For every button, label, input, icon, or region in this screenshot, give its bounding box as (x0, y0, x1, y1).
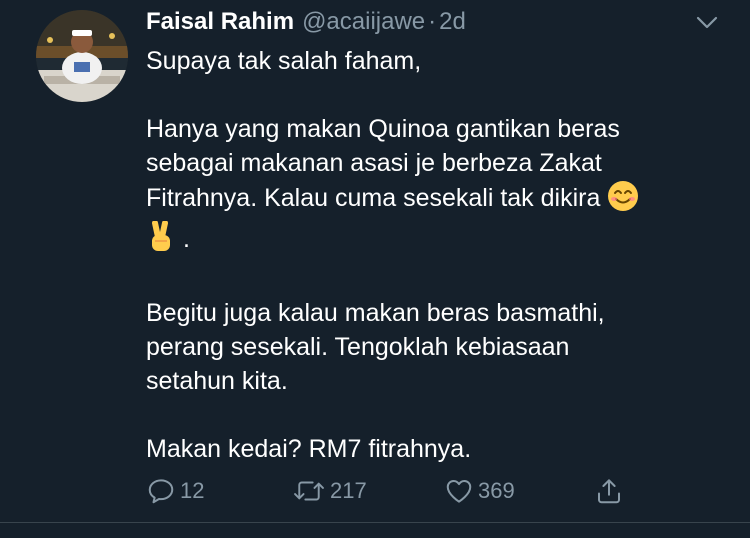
tweet-line-text: Fitrahnya. Kalau cuma sesekali tak dikir… (146, 184, 601, 212)
tweet-line: Hanya yang makan Quinoa gantikan beras (146, 115, 620, 143)
tweet-line: Makan kedai? RM7 fitrahnya. (146, 435, 472, 463)
tweet-line: Fitrahnya. Kalau cuma sesekali tak dikir… (146, 180, 726, 221)
share-button[interactable] (594, 474, 624, 508)
retweet-icon (294, 481, 324, 501)
tweet-text: Supaya tak salah faham, Hanya yang makan… (146, 44, 726, 466)
author-handle[interactable]: @acaiijawe (302, 8, 425, 36)
divider (0, 522, 750, 523)
victory-hand-emoji (146, 220, 176, 262)
tweet-line: . (146, 220, 726, 262)
avatar-image (36, 10, 128, 102)
reply-count: 12 (180, 478, 205, 503)
like-count: 369 (478, 478, 515, 503)
share-icon (598, 479, 620, 504)
tweet-line: perang sesekali. Tengoklah kebiasaan (146, 333, 570, 361)
more-options-button[interactable] (692, 12, 722, 34)
reply-icon (148, 479, 174, 504)
reply-button[interactable]: 12 (146, 474, 204, 508)
like-button[interactable]: 369 (444, 474, 515, 508)
tweet-line-text: . (182, 225, 190, 253)
tweet-line: setahun kita. (146, 367, 288, 395)
tweet-line: Supaya tak salah faham, (146, 47, 422, 75)
tweet-header: Faisal Rahim @acaiijawe · 2d (146, 8, 466, 38)
avatar[interactable] (36, 10, 128, 102)
tweet-line: sebagai makanan asasi je berbeza Zakat (146, 149, 602, 177)
tweet-line: Begitu juga kalau makan beras basmathi, (146, 299, 605, 327)
like-icon (446, 480, 472, 503)
timestamp[interactable]: 2d (439, 8, 466, 36)
retweet-button[interactable]: 217 (292, 474, 367, 508)
header-separator: · (428, 8, 437, 35)
retweet-count: 217 (330, 478, 367, 503)
smiling-face-emoji (607, 180, 639, 221)
tweet[interactable]: Faisal Rahim @acaiijawe · 2d Supaya tak … (0, 0, 750, 538)
chevron-down-icon (696, 16, 718, 29)
tweet-actions: 12 217 369 (0, 474, 750, 508)
author-name[interactable]: Faisal Rahim (146, 8, 294, 36)
